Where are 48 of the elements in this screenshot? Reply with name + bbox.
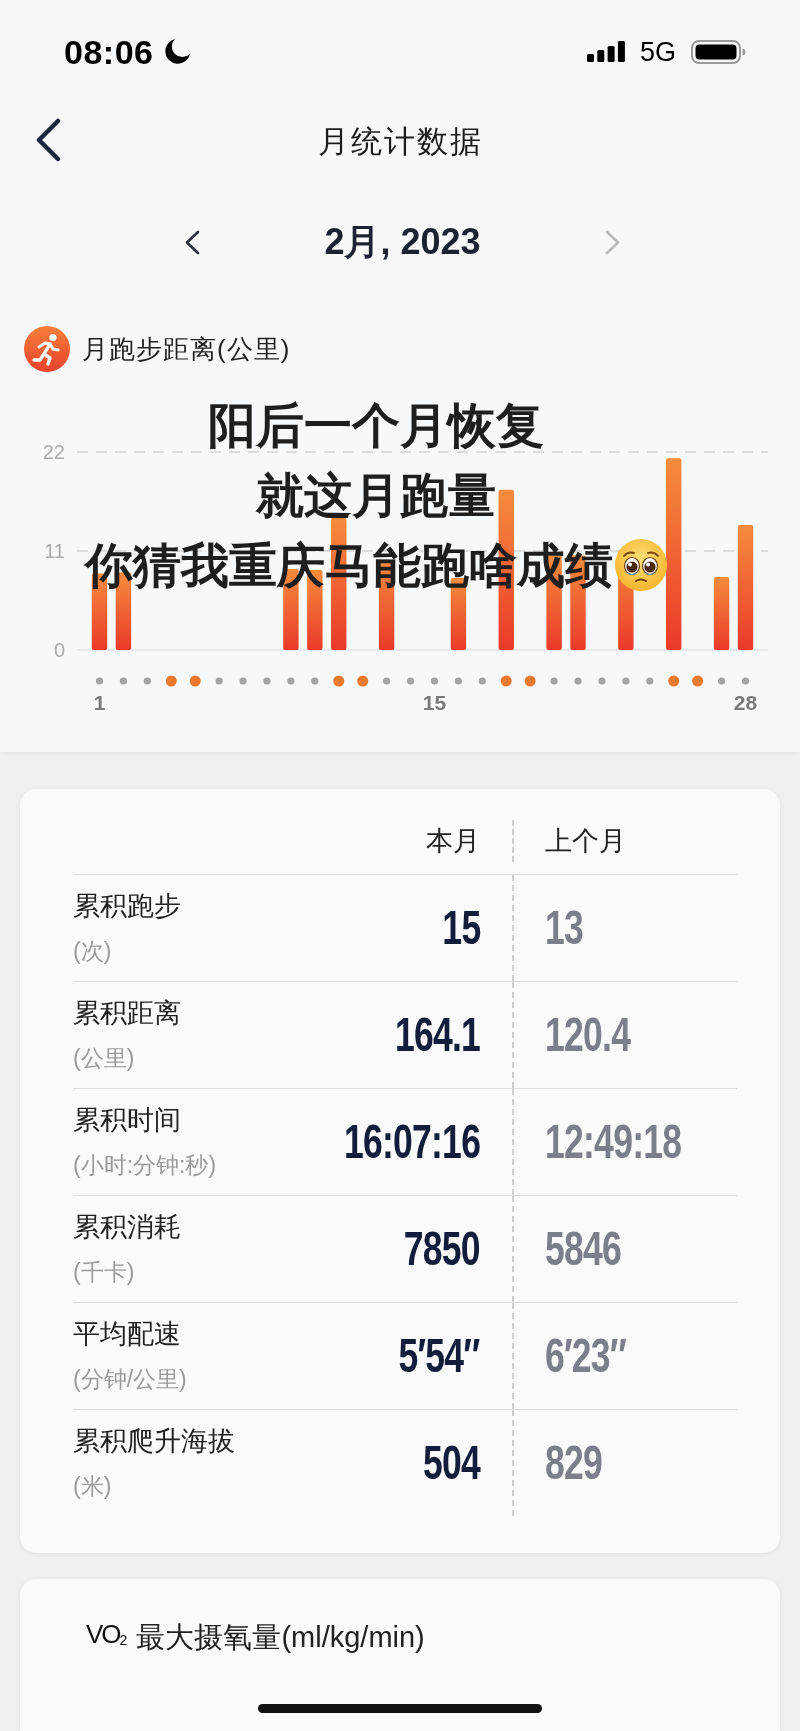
stat-label: 累积时间 bbox=[73, 1104, 181, 1137]
current-month-value: 504 bbox=[422, 1438, 480, 1488]
x-axis-label: 15 bbox=[422, 691, 447, 714]
pleading-face-icon bbox=[615, 539, 667, 591]
caption-text: 阳后一个月恢复 bbox=[208, 397, 544, 453]
stat-label: 累积跑步 bbox=[73, 890, 181, 923]
stat-label: 累积距离 bbox=[73, 997, 181, 1030]
last-month-value: 120.4 bbox=[545, 1010, 631, 1060]
moon-icon bbox=[164, 38, 192, 66]
status-time: 08:06 bbox=[64, 31, 154, 72]
last-month-value: 6′23″ bbox=[545, 1331, 627, 1381]
column-header: 上个月 bbox=[545, 825, 626, 858]
signal-icon bbox=[586, 41, 625, 63]
stat-unit: (分钟/公里) bbox=[73, 1365, 187, 1394]
network-type: 5G bbox=[639, 35, 676, 68]
y-axis-label: 22 bbox=[42, 441, 65, 463]
stat-label: 累积消耗 bbox=[73, 1211, 181, 1244]
last-month-value: 5846 bbox=[545, 1224, 622, 1274]
y-axis-label: 0 bbox=[53, 639, 65, 661]
chevron-left-icon[interactable] bbox=[185, 229, 200, 255]
last-month-value: 12:49:18 bbox=[545, 1117, 682, 1167]
current-month-value: 15 bbox=[441, 903, 480, 953]
stat-label: 平均配速 bbox=[73, 1318, 181, 1351]
vo2-title: 最大摄氧量(ml/kg/min) bbox=[136, 1620, 425, 1655]
caption-text: 就这月跑量 bbox=[256, 467, 496, 523]
y-axis-label: 11 bbox=[44, 540, 65, 562]
back-icon[interactable] bbox=[35, 117, 61, 162]
stat-unit: (米) bbox=[73, 1472, 112, 1501]
column-header: 本月 bbox=[426, 825, 480, 858]
x-axis-label: 28 bbox=[733, 691, 758, 714]
current-month-value: 5′54″ bbox=[398, 1331, 480, 1381]
chart-title: 月跑步距离(公里) bbox=[82, 333, 291, 365]
x-axis-label: 1 bbox=[93, 691, 106, 714]
stat-unit: (千卡) bbox=[73, 1258, 135, 1287]
month-label: 2月, 2023 bbox=[324, 220, 481, 265]
last-month-value: 13 bbox=[545, 903, 584, 953]
vo2-symbol: VO$_{2}$ bbox=[86, 1618, 128, 1651]
battery-icon bbox=[691, 39, 746, 64]
runner-icon bbox=[24, 326, 70, 372]
page-title: 月统计数据 bbox=[317, 122, 483, 161]
current-month-value: 164.1 bbox=[394, 1010, 480, 1060]
stat-label: 累积爬升海拔 bbox=[73, 1425, 235, 1458]
stat-unit: (公里) bbox=[73, 1044, 135, 1073]
current-month-value: 7850 bbox=[403, 1224, 480, 1274]
stat-unit: (次) bbox=[73, 937, 112, 966]
last-month-value: 829 bbox=[545, 1438, 603, 1488]
current-month-value: 16:07:16 bbox=[343, 1117, 480, 1167]
stat-unit: (小时:分钟:秒) bbox=[73, 1151, 217, 1180]
